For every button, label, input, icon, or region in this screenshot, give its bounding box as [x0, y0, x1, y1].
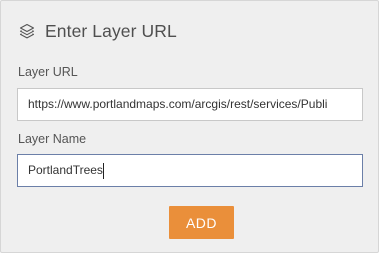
- add-layer-panel: Enter Layer URL Layer URL https://www.po…: [0, 0, 379, 253]
- layers-icon: [18, 22, 36, 40]
- layer-name-label: Layer Name: [18, 132, 87, 146]
- text-cursor: [102, 162, 104, 179]
- panel-title: Enter Layer URL: [45, 20, 177, 41]
- layer-url-value: https://www.portlandmaps.com/arcgis/rest…: [28, 97, 328, 111]
- add-button[interactable]: ADD: [169, 206, 234, 239]
- layer-url-input[interactable]: https://www.portlandmaps.com/arcgis/rest…: [17, 88, 363, 121]
- layer-name-input[interactable]: PortlandTrees: [17, 154, 363, 187]
- panel-header: Enter Layer URL: [18, 19, 177, 43]
- layer-name-value: PortlandTrees: [28, 163, 103, 177]
- layer-url-label: Layer URL: [18, 65, 78, 79]
